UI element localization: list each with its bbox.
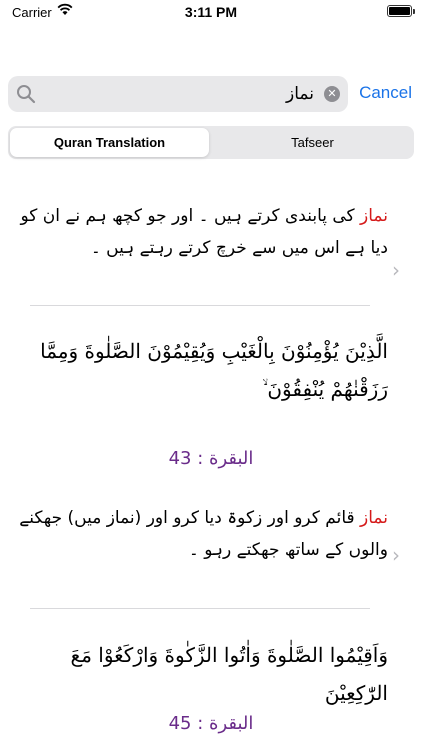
segmented-control: Quran Translation Tafseer: [8, 126, 414, 159]
results-list: نماز کی پابندی کرتے ہیں ۔ اور جو کچھ ہم …: [0, 160, 422, 750]
row-divider: [30, 305, 370, 306]
arabic-text: وَاَقِيْمُوا الصَّلٰوةَ وَاٰتُوا الزَّكٰ…: [70, 643, 388, 705]
verse-reference[interactable]: البقرة : 43: [0, 448, 422, 469]
tab-tafseer[interactable]: Tafseer: [213, 128, 412, 157]
arabic-verse: وَاَقِيْمُوا الصَّلٰوةَ وَاٰتُوا الزَّكٰ…: [0, 636, 422, 712]
cancel-button[interactable]: Cancel: [359, 83, 412, 103]
search-highlight: نماز: [360, 206, 388, 226]
row-divider: [30, 608, 370, 609]
clear-search-icon[interactable]: ✕: [324, 86, 340, 102]
search-input[interactable]: [42, 76, 314, 112]
clock: 3:11 PM: [184, 4, 238, 20]
arabic-verse: الَّذِيْنَ يُؤْمِنُوْنَ بِالْغَيْبِ وَيُ…: [0, 332, 422, 408]
battery-icon: [387, 5, 415, 17]
search-icon: [16, 84, 36, 108]
search-highlight: نماز: [360, 508, 388, 528]
status-bar: Carrier 3:11 PM: [0, 0, 422, 26]
chevron-right-icon[interactable]: ›: [392, 258, 400, 282]
arabic-text: الَّذِيْنَ يُؤْمِنُوْنَ بِالْغَيْبِ وَيُ…: [40, 339, 388, 401]
search-field[interactable]: ✕: [8, 76, 348, 112]
translation-row[interactable]: نماز قائم کرو اور زکوۃ دیا کرو اور (نماز…: [0, 502, 422, 566]
translation-text: نماز قائم کرو اور زکوۃ دیا کرو اور (نماز…: [0, 502, 422, 566]
translation-body: قائم کرو اور زکوۃ دیا کرو اور (نماز میں)…: [19, 508, 388, 560]
translation-row[interactable]: نماز کی پابندی کرتے ہیں ۔ اور جو کچھ ہم …: [0, 200, 422, 264]
verse-reference[interactable]: البقرة : 45: [0, 713, 422, 734]
translation-text: نماز کی پابندی کرتے ہیں ۔ اور جو کچھ ہم …: [0, 200, 422, 264]
tab-quran-translation[interactable]: Quran Translation: [10, 128, 209, 157]
translation-body: کی پابندی کرتے ہیں ۔ اور جو کچھ ہم نے ان…: [20, 206, 388, 258]
search-bar: ✕ Cancel: [8, 76, 414, 112]
chevron-right-icon[interactable]: ›: [392, 543, 400, 567]
